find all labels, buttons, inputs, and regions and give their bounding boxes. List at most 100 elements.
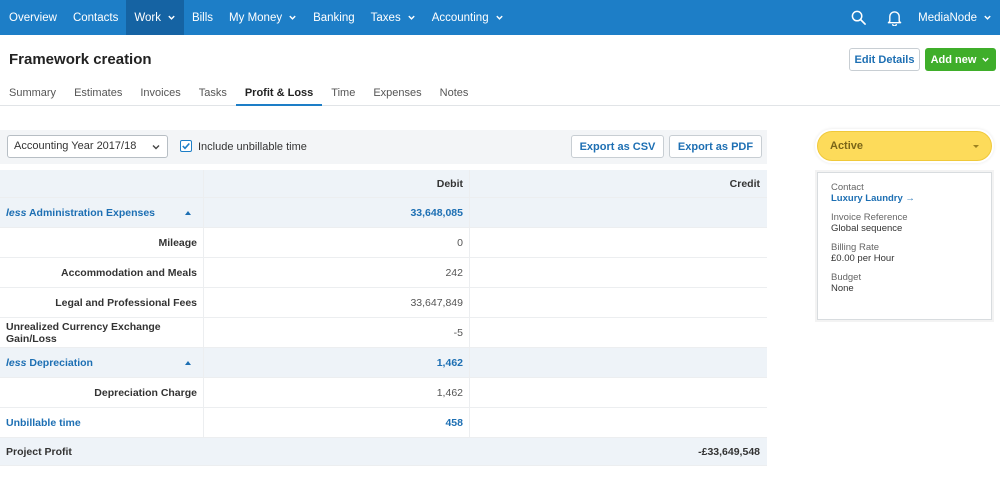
nav-item-my-money[interactable]: My Money xyxy=(221,0,305,35)
group-row-administration-expenses: less Administration Expenses 33,648,085 xyxy=(0,198,767,228)
tab-estimates[interactable]: Estimates xyxy=(65,80,131,106)
nav-item-contacts[interactable]: Contacts xyxy=(65,0,126,35)
group-debit: 1,462 xyxy=(204,348,470,377)
row-label: Accommodation and Meals xyxy=(0,258,204,287)
nav-item-label: Overview xyxy=(9,11,57,24)
group-row-depreciation: less Depreciation 1,462 xyxy=(0,348,767,378)
group-debit: 33,648,085 xyxy=(204,198,470,227)
unbillable-time-debit: 458 xyxy=(204,408,470,437)
accounting-year-value: Accounting Year 2017/18 xyxy=(14,140,137,152)
status-dropdown[interactable]: Active xyxy=(817,131,992,161)
table-row: Depreciation Charge 1,462 xyxy=(0,378,767,408)
bell-icon[interactable] xyxy=(876,0,912,35)
include-unbillable-checkbox[interactable] xyxy=(180,140,192,152)
table-body: less Administration Expenses 33,648,085 Mi… xyxy=(0,198,767,408)
add-new-label: Add new xyxy=(930,53,977,66)
project-profit-label: Project Profit xyxy=(6,445,72,458)
chevron-down-icon xyxy=(984,15,991,20)
group-label-cell: less Administration Expenses xyxy=(0,198,204,227)
export-csv-button[interactable]: Export as CSV xyxy=(571,135,664,158)
tab-summary[interactable]: Summary xyxy=(0,80,65,106)
include-unbillable-label: Include unbillable time xyxy=(198,141,307,153)
tab-invoices[interactable]: Invoices xyxy=(131,80,189,106)
group-prefix: less xyxy=(6,206,27,219)
chevron-down-icon xyxy=(407,15,415,20)
row-label: Unrealized Currency Exchange Gain/Loss xyxy=(0,318,204,347)
nav-item-work[interactable]: Work xyxy=(126,0,184,35)
table-row: Mileage 0 xyxy=(0,228,767,258)
contact-label: Contact xyxy=(831,182,864,193)
nav-item-label: Accounting xyxy=(431,11,489,24)
tab-expenses[interactable]: Expenses xyxy=(364,80,430,106)
nav-item-overview[interactable]: Overview xyxy=(0,0,65,35)
group-label[interactable]: less Administration Expenses xyxy=(6,207,155,219)
accounting-year-select[interactable]: Accounting Year 2017/18 xyxy=(7,135,168,158)
group-label-cell: less Depreciation xyxy=(0,348,204,377)
row-credit xyxy=(470,378,767,407)
unbillable-time-credit xyxy=(470,408,767,437)
row-credit xyxy=(470,228,767,257)
nav-item-label: Work xyxy=(134,11,161,24)
tab-time[interactable]: Time xyxy=(322,80,364,106)
project-profit-debit xyxy=(204,438,470,465)
status-value: Active xyxy=(830,140,864,152)
row-debit: 33,647,849 xyxy=(204,288,470,317)
group-prefix: less xyxy=(6,356,27,369)
group-credit xyxy=(470,198,767,227)
add-new-button[interactable]: Add new xyxy=(925,48,996,71)
profit-loss-table: Debit Credit less Administration Expense… xyxy=(0,170,767,466)
nav-right: MediaNode xyxy=(840,0,1000,35)
unbillable-time-link[interactable]: Unbillable time xyxy=(0,408,204,437)
row-label: Depreciation Charge xyxy=(0,378,204,407)
budget-value: None xyxy=(831,283,854,294)
chevron-down-icon xyxy=(982,57,990,62)
row-label: Legal and Professional Fees xyxy=(0,288,204,317)
nav-item-banking[interactable]: Banking xyxy=(305,0,363,35)
group-label[interactable]: less Depreciation xyxy=(6,357,93,369)
edit-details-button[interactable]: Edit Details xyxy=(849,48,920,71)
table-header-row: Debit Credit xyxy=(0,170,767,198)
nav-item-taxes[interactable]: Taxes xyxy=(363,0,424,35)
billing-rate-value: £0.00 per Hour xyxy=(831,253,895,264)
row-credit xyxy=(470,318,767,347)
billing-rate-label: Billing Rate xyxy=(831,242,880,253)
nav-item-accounting[interactable]: Accounting xyxy=(424,0,512,35)
tab-notes[interactable]: Notes xyxy=(431,80,478,106)
nav-item-label: Contacts xyxy=(72,11,119,24)
group-credit xyxy=(470,348,767,377)
project-profit-credit: -£33,649,548 xyxy=(698,445,760,458)
row-debit: 242 xyxy=(204,258,470,287)
tab-profit-and-loss[interactable]: Profit & Loss xyxy=(235,80,323,106)
group-name: Administration Expenses xyxy=(28,206,155,219)
row-debit: -5 xyxy=(204,318,470,347)
collapse-caret-icon[interactable] xyxy=(185,210,191,215)
nav-item-label: Bills xyxy=(191,11,214,24)
row-debit: 1,462 xyxy=(204,378,470,407)
page-title: Framework creation xyxy=(9,51,152,68)
group-name: Depreciation xyxy=(29,356,93,369)
checkmark-icon xyxy=(182,142,190,150)
nav-item-label: My Money xyxy=(229,11,283,24)
top-navigation: Overview Contacts Work Bills My Money Banking… xyxy=(0,0,1000,35)
contact-link[interactable]: Luxury Laundry → xyxy=(831,193,978,204)
table-row: Accommodation and Meals 242 xyxy=(0,258,767,288)
chevron-down-icon xyxy=(152,145,160,150)
table-row: Legal and Professional Fees 33,647,849 xyxy=(0,288,767,318)
export-pdf-button[interactable]: Export as PDF xyxy=(669,135,762,158)
nav-item-bills[interactable]: Bills xyxy=(184,0,221,35)
search-icon[interactable] xyxy=(840,0,876,35)
row-label: Mileage xyxy=(0,228,204,257)
project-info-card: Contact Luxury Laundry → Invoice Referen… xyxy=(817,172,992,320)
header-label xyxy=(0,170,204,197)
caret-down-icon xyxy=(973,144,979,148)
tab-tasks[interactable]: Tasks xyxy=(190,80,236,106)
invoice-reference-label: Invoice Reference xyxy=(831,212,908,223)
chevron-down-icon xyxy=(495,15,503,20)
invoice-reference-value: Global sequence xyxy=(831,223,903,234)
project-profit-row: Project Profit -£33,649,548 xyxy=(0,438,767,466)
collapse-caret-icon[interactable] xyxy=(185,360,191,365)
row-debit: 0 xyxy=(204,228,470,257)
organisation-menu[interactable]: MediaNode xyxy=(912,0,1000,35)
nav-item-label: Banking xyxy=(313,11,355,24)
header-debit: Debit xyxy=(204,170,470,197)
